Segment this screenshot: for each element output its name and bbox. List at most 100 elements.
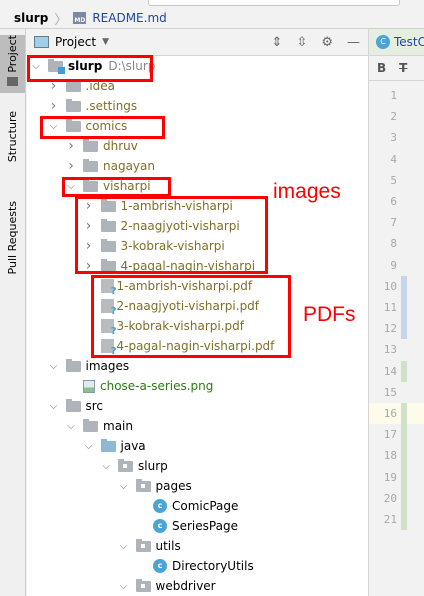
tree-item[interactable]: c SeriesPage — [27, 516, 368, 536]
chevron-down-icon[interactable]: ⌵ — [118, 581, 130, 592]
chevron-down-icon[interactable]: ⌵ — [118, 481, 130, 492]
annotation-label-images: images — [273, 180, 341, 203]
tree-item[interactable]: › nagayan — [27, 156, 368, 176]
change-marker[interactable] — [401, 403, 407, 425]
line-number: 1 — [390, 89, 397, 102]
folder-icon — [65, 358, 81, 372]
line-number: 20 — [383, 491, 397, 505]
tree-item-label: ComicPage — [172, 499, 239, 513]
chevron-right-icon[interactable]: › — [65, 138, 77, 154]
tree-item-label: slurp — [138, 459, 168, 473]
expand-all-icon[interactable]: ⇕ — [272, 35, 283, 50]
editor-tab[interactable]: C TestC — [369, 29, 424, 56]
folder-icon — [65, 98, 81, 112]
tree-item-label: images — [85, 359, 130, 373]
line-number: 17 — [383, 428, 397, 442]
change-marker[interactable] — [401, 445, 407, 467]
line-number: 8 — [390, 237, 397, 251]
tree-item[interactable]: ⌵ utils — [27, 536, 368, 556]
change-marker[interactable] — [401, 275, 407, 297]
folder-icon — [65, 398, 81, 412]
annotation-box-pdfs — [91, 275, 291, 358]
strikethrough-icon[interactable]: T — [399, 61, 407, 75]
change-marker[interactable] — [401, 424, 407, 446]
folder-icon — [65, 78, 81, 92]
change-marker[interactable] — [401, 466, 407, 488]
folder-icon — [7, 76, 18, 86]
tree-item-label: DirectoryUtils — [172, 559, 254, 573]
chevron-down-icon[interactable]: ⌵ — [65, 421, 77, 432]
change-marker[interactable] — [401, 318, 407, 340]
tree-item-label: dhruv — [103, 139, 138, 153]
chevron-down-icon[interactable]: ⌵ — [100, 461, 112, 472]
tree-item[interactable]: c DirectoryUtils — [27, 556, 368, 576]
tree-item-label: java — [120, 439, 146, 453]
tree-item[interactable]: › dhruv — [27, 136, 368, 156]
tab-project-label: Project — [6, 35, 19, 73]
tree-item-label: nagayan — [103, 159, 155, 173]
chevron-down-icon[interactable]: ⌵ — [48, 361, 60, 372]
change-marker[interactable] — [401, 509, 407, 531]
line-number: 12 — [383, 322, 397, 336]
tab-structure[interactable]: Structure — [0, 111, 25, 191]
chevron-right-icon[interactable]: › — [48, 98, 60, 114]
line-number: 7 — [390, 216, 397, 230]
tree-item[interactable]: › .settings — [27, 96, 368, 116]
change-marker[interactable] — [401, 297, 407, 319]
tree-item[interactable]: ⌵ main — [27, 416, 368, 436]
tab-project[interactable]: Project — [0, 35, 25, 93]
folder-icon — [83, 158, 98, 172]
annotation-label-pdfs: PDFs — [303, 303, 356, 326]
line-number: 14 — [383, 364, 397, 378]
tree-item[interactable]: chose-a-series.png — [27, 376, 368, 396]
source-folder-icon — [100, 438, 116, 452]
package-icon — [118, 458, 133, 472]
tab-pull-requests[interactable]: Pull Requests — [0, 201, 25, 301]
tree-item[interactable]: ⌵ java — [27, 436, 368, 456]
minimize-icon[interactable]: — — [347, 35, 360, 50]
search-box[interactable] — [148, 0, 400, 6]
class-icon: c — [153, 559, 167, 573]
line-number: 3 — [390, 131, 397, 145]
markdown-file-icon: MD — [73, 12, 87, 24]
line-number: 5 — [390, 173, 397, 187]
tree-item-label: src — [85, 399, 104, 413]
annotation-box-visharpi — [62, 177, 171, 197]
tree-item-label: .settings — [85, 99, 138, 113]
package-icon — [135, 538, 151, 552]
tree-item[interactable]: ⌵ pages — [27, 476, 368, 496]
collapse-all-icon[interactable]: ⇳ — [296, 35, 307, 50]
tree-item[interactable]: ⌵ slurp — [27, 456, 368, 476]
class-icon: c — [153, 499, 167, 513]
tree-item-label: webdriver — [155, 579, 216, 593]
chevron-down-icon[interactable]: ⌵ — [48, 401, 60, 412]
project-view-selector[interactable]: Project — [55, 35, 96, 49]
change-marker[interactable] — [401, 487, 407, 509]
change-marker[interactable] — [401, 360, 407, 382]
image-file-icon — [83, 379, 95, 393]
gear-icon[interactable]: ⚙ — [321, 35, 333, 50]
line-number: 2 — [390, 110, 397, 124]
breadcrumb-file[interactable]: README.md — [92, 11, 166, 25]
chevron-down-icon[interactable]: ⌵ — [118, 541, 130, 552]
line-number: 19 — [383, 470, 397, 484]
line-number: 4 — [390, 152, 397, 166]
folder-icon — [83, 138, 98, 152]
tree-item-label: pages — [155, 479, 192, 493]
tree-item[interactable]: c ComicPage — [27, 496, 368, 516]
panel-header: Project ▼ ⇕ ⇳ ⚙ — — [27, 29, 368, 56]
tree-item-label: chose-a-series.png — [100, 379, 214, 393]
breadcrumb-project[interactable]: slurp — [14, 11, 48, 25]
bold-button[interactable]: B — [377, 61, 386, 75]
line-number: 6 — [390, 195, 397, 208]
tree-item[interactable]: ⌵ images — [27, 356, 368, 376]
tab-structure-label: Structure — [6, 111, 19, 163]
chevron-down-icon[interactable]: ▼ — [102, 37, 109, 47]
chevron-right-icon[interactable]: › — [65, 158, 77, 174]
tree-item[interactable]: ⌵ src — [27, 396, 368, 416]
line-number: 13 — [383, 343, 397, 357]
class-icon: c — [153, 519, 167, 533]
chevron-down-icon[interactable]: ⌵ — [83, 441, 95, 452]
tree-item[interactable]: ⌵ webdriver — [27, 576, 368, 596]
class-icon: C — [376, 35, 390, 49]
